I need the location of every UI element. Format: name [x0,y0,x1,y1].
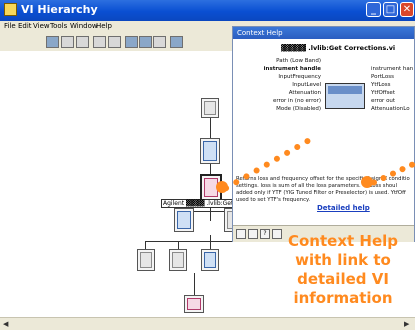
redraw-button[interactable] [46,36,59,48]
include-typedefs-button[interactable] [125,36,138,48]
connector-line [145,241,235,242]
horizontal-scrollbar[interactable]: ◀ ▶ [0,317,415,330]
include-globals-button[interactable] [108,36,121,48]
show-all-vis-button[interactable] [139,36,152,48]
hierarchy-node-grandchild-2[interactable] [169,249,187,271]
scroll-right-icon[interactable]: ▶ [404,320,409,328]
connector-line [210,118,211,138]
vi-name: ▓▓▓▓▓ .lvlib:Get Corrections.vi [281,44,396,52]
menu-tools[interactable]: Tools [50,22,67,30]
close-button[interactable]: ✕ [400,2,414,17]
app-icon [4,3,17,16]
input-terminal: instrument handle [263,66,321,72]
input-terminal: Path (Low Band) [276,58,321,64]
minimize-button[interactable]: _ [366,2,381,17]
hierarchy-node-bottom[interactable] [184,295,204,313]
layout-horizontal-button[interactable] [76,36,89,48]
hierarchy-node-child-left[interactable] [174,208,194,232]
hierarchy-node-grandchild-3[interactable] [201,249,219,271]
output-terminal: YtfLoss [371,82,391,88]
simple-view-icon[interactable] [236,229,246,239]
show-labels-button[interactable] [153,36,166,48]
input-terminal: Attenuation [288,90,321,96]
vi-description: Returns loss and frequency offset for th… [236,176,410,203]
output-terminal: AttenuationLo [371,106,410,112]
input-terminal: InputLevel [292,82,321,88]
connector-line [194,273,195,295]
connector-line [178,241,179,249]
help-icon[interactable]: ? [260,229,270,239]
output-terminal: error out [371,98,396,104]
lock-icon[interactable] [248,229,258,239]
connector-line [210,241,211,249]
title-bar: VI Hierarchy _ □ ✕ [0,0,415,21]
context-help-window: Context Help ▓▓▓▓▓ .lvlib:Get Correction… [232,26,415,242]
hierarchy-node-grandchild-1[interactable] [137,249,155,271]
callout-pointer-dot [216,181,228,193]
menu-window[interactable]: Window [70,22,98,30]
maximize-button[interactable]: □ [383,2,398,17]
hierarchy-node-top[interactable] [201,98,219,118]
menu-file[interactable]: File [4,22,16,30]
connector-line [210,164,211,174]
scroll-left-icon[interactable]: ◀ [3,320,8,328]
input-terminal: error in (no error) [272,98,321,104]
zoom-button[interactable] [170,36,183,48]
callout-text: Context Help with link to detailed VI in… [287,232,398,307]
include-vilib-button[interactable] [93,36,106,48]
menu-help[interactable]: Help [96,22,112,30]
window-title: VI Hierarchy [21,3,98,16]
input-terminal: Mode (Disabled) [276,106,321,112]
connector-line [145,241,146,249]
menu-view[interactable]: View [33,22,50,30]
detailed-help-link[interactable]: Detailed help [317,204,370,212]
vi-connector-icon [325,83,365,109]
input-terminal: InputFrequency [278,74,321,80]
hierarchy-node-computer[interactable] [200,138,220,164]
callout-pointer-dot [361,176,373,188]
output-terminal: PortLoss [371,74,394,80]
context-help-title: Context Help [233,27,414,39]
menu-edit[interactable]: Edit [18,22,32,30]
layout-vertical-button[interactable] [61,36,74,48]
output-terminal: instrument han [371,66,414,72]
output-terminal: YtfOffset [371,90,395,96]
